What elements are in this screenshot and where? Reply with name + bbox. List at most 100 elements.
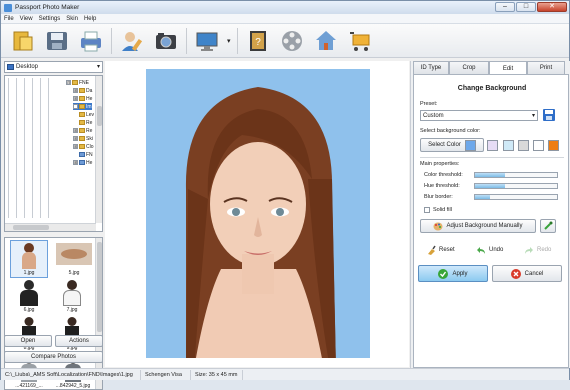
cancel-label: Cancel bbox=[524, 270, 544, 277]
color-swatch-gray[interactable] bbox=[518, 140, 529, 151]
edit-user-button[interactable] bbox=[118, 27, 146, 55]
tree-vertical-scrollbar[interactable] bbox=[95, 76, 102, 223]
main-properties-label: Main properties: bbox=[420, 161, 460, 167]
home-button[interactable] bbox=[312, 27, 340, 55]
close-button[interactable]: ✕ bbox=[537, 2, 567, 12]
minimize-button[interactable]: – bbox=[495, 2, 515, 12]
bg-color-label: Select background color: bbox=[420, 128, 481, 134]
expand-icon[interactable]: ⊞ bbox=[73, 136, 78, 141]
reset-button[interactable]: Reset bbox=[426, 245, 455, 255]
cart-button[interactable] bbox=[346, 27, 374, 55]
color-swatch-lavender[interactable] bbox=[487, 140, 498, 151]
expand-icon[interactable]: ⊞ bbox=[73, 144, 78, 149]
menu-help[interactable]: Help bbox=[84, 16, 96, 22]
passport-photo[interactable] bbox=[146, 69, 370, 358]
chevron-down-icon: ▾ bbox=[531, 113, 535, 119]
tree-node-selected[interactable]: ⊞ Im bbox=[73, 103, 92, 110]
color-swatch-orange[interactable] bbox=[548, 140, 559, 151]
eyedropper-button[interactable] bbox=[540, 219, 556, 233]
toolbar-separator bbox=[186, 27, 187, 54]
tree-node[interactable]: ⊞ He bbox=[73, 159, 92, 166]
color-swatch-light-blue[interactable] bbox=[503, 140, 514, 151]
open-folder-icon bbox=[13, 31, 33, 50]
redo-button[interactable]: Redo bbox=[524, 245, 551, 255]
menu-view[interactable]: View bbox=[20, 16, 33, 22]
color-threshold-slider[interactable] bbox=[474, 172, 558, 178]
tab-id-type[interactable]: ID Type bbox=[413, 61, 449, 74]
menu-settings[interactable]: Settings bbox=[39, 16, 61, 22]
tree-node[interactable]: ⊞ He bbox=[73, 95, 92, 102]
tab-print[interactable]: Print bbox=[527, 61, 565, 74]
tab-crop[interactable]: Crop bbox=[449, 61, 489, 74]
properties-panel: ID Type Crop Edit Print Change Backgroun… bbox=[410, 61, 570, 368]
color-swatch-white[interactable] bbox=[533, 140, 544, 151]
hue-threshold-slider[interactable] bbox=[474, 183, 558, 189]
expand-icon[interactable]: ⊞ bbox=[73, 104, 78, 109]
apply-button[interactable]: Apply bbox=[418, 265, 488, 282]
tree-node[interactable]: ⊞ Ski bbox=[73, 135, 93, 142]
thumbnail-label: 1.jpg bbox=[23, 270, 35, 276]
compare-photos-button[interactable]: Compare Photos bbox=[4, 351, 103, 363]
cancel-button[interactable]: Cancel bbox=[492, 265, 562, 282]
tree-node[interactable]: ⊟ FNE bbox=[66, 79, 89, 86]
collapse-icon[interactable]: ⊟ bbox=[66, 80, 71, 85]
expand-icon[interactable]: ⊞ bbox=[73, 160, 78, 165]
tree-node-label: FN bbox=[86, 151, 93, 158]
film-button[interactable] bbox=[278, 27, 306, 55]
tree-horizontal-scrollbar[interactable] bbox=[5, 223, 96, 231]
monitor-button[interactable] bbox=[193, 27, 221, 55]
tree-node[interactable]: ⊞ Re bbox=[73, 127, 92, 134]
adjust-background-button[interactable]: Adjust Background Manually bbox=[420, 219, 536, 233]
apply-label: Apply bbox=[452, 270, 468, 277]
select-color-button[interactable]: Select Color bbox=[420, 138, 484, 152]
actions-button[interactable]: Actions bbox=[55, 335, 103, 347]
check-icon bbox=[438, 268, 449, 279]
scroll-thumb[interactable] bbox=[97, 242, 102, 332]
camera-button[interactable] bbox=[152, 27, 180, 55]
menu-bar: File View Settings Skin Help bbox=[1, 14, 569, 24]
scroll-thumb[interactable] bbox=[97, 106, 102, 126]
chevron-down-icon[interactable]: ▾ bbox=[227, 37, 231, 45]
thumbnail-item[interactable]: 5.jpg bbox=[53, 240, 95, 278]
tree-node-label: Clo bbox=[86, 143, 94, 150]
preset-label: Preset: bbox=[420, 101, 438, 107]
thumbnail-item[interactable]: 6.jpg bbox=[10, 278, 48, 316]
expand-icon[interactable]: ⊞ bbox=[73, 128, 78, 133]
thumbnail-item[interactable]: 7.jpg bbox=[53, 278, 91, 316]
status-path: C:\_Liuba\_AMS Soft\Localization\FND\Ima… bbox=[1, 369, 141, 380]
solid-fill-checkbox[interactable] bbox=[424, 207, 430, 213]
save-preset-button[interactable] bbox=[543, 109, 555, 121]
expand-icon[interactable]: ⊞ bbox=[73, 88, 78, 93]
save-button[interactable] bbox=[43, 27, 71, 55]
thumbnail-item[interactable]: 1.jpg bbox=[10, 240, 48, 278]
tree-node-label: He bbox=[86, 159, 93, 166]
maximize-button[interactable]: □ bbox=[516, 2, 536, 12]
preset-dropdown[interactable]: Custom ▾ bbox=[420, 110, 538, 121]
tree-node[interactable]: Lev bbox=[79, 111, 94, 118]
thumbnail-label: 5.jpg bbox=[68, 270, 80, 276]
tree-node[interactable]: ⊞ Da bbox=[73, 87, 92, 94]
tree-node-label: Ski bbox=[86, 135, 93, 142]
status-bar: C:\_Liuba\_AMS Soft\Localization\FND\Ima… bbox=[1, 368, 569, 380]
blur-border-slider[interactable] bbox=[474, 194, 558, 200]
print-button[interactable] bbox=[77, 27, 105, 55]
redo-icon bbox=[525, 247, 533, 254]
menu-skin[interactable]: Skin bbox=[66, 16, 78, 22]
open-button[interactable]: Open bbox=[4, 335, 52, 347]
scroll-thumb[interactable] bbox=[13, 225, 49, 230]
tab-edit[interactable]: Edit bbox=[489, 61, 527, 75]
folder-icon bbox=[79, 88, 85, 93]
tree-node-label: Re bbox=[86, 127, 93, 134]
tree-node[interactable]: ⊞ Clo bbox=[73, 143, 94, 150]
tree-node[interactable]: Re bbox=[79, 119, 92, 126]
menu-file[interactable]: File bbox=[4, 16, 14, 22]
folder-tree[interactable]: ⊟ FNE ⊞ Da ⊞ He ⊞ Im Lev Re ⊞ Re ⊞ Ski ⊞ Clo FN… bbox=[4, 75, 103, 232]
expand-icon[interactable]: ⊞ bbox=[73, 96, 78, 101]
tree-guides bbox=[8, 78, 60, 218]
tree-node[interactable]: FN bbox=[79, 151, 93, 158]
drive-dropdown[interactable]: Desktop ▾ bbox=[4, 61, 103, 73]
open-folder-button[interactable] bbox=[9, 27, 37, 55]
help-button[interactable]: ? bbox=[244, 27, 272, 55]
redo-label: Redo bbox=[537, 247, 552, 253]
undo-button[interactable]: Undo bbox=[476, 245, 503, 255]
